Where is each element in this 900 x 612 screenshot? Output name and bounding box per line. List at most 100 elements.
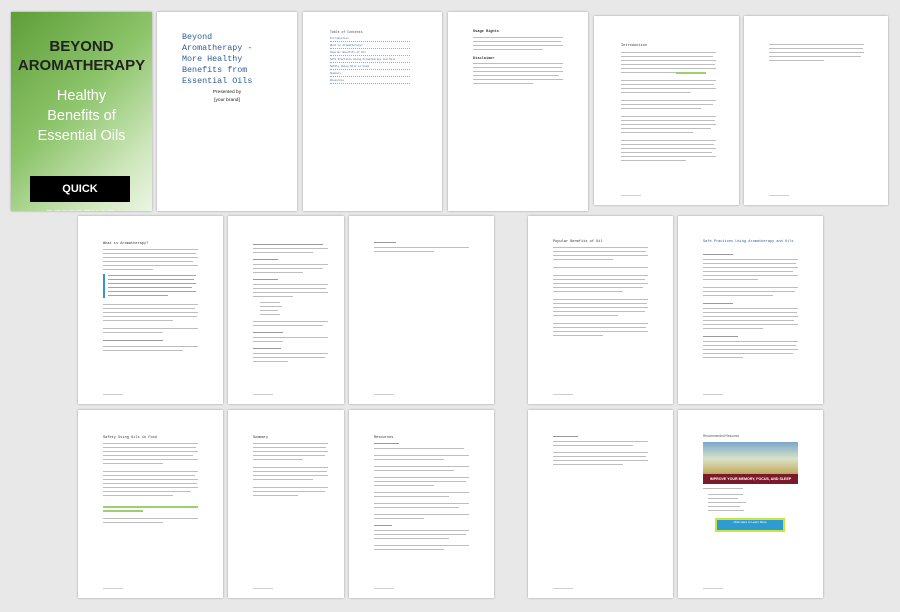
text-line [103,451,198,453]
highlighted-link[interactable] [676,72,706,74]
safety-food-heading: Safety Using Oils in Food [103,436,157,440]
toc-item[interactable]: Safe Practices Using Aromatherapy and Oi… [330,58,410,63]
quote-line [108,287,192,289]
text-line [103,487,198,489]
subheading-line [374,242,396,244]
text-line [473,37,563,39]
text-line [703,324,798,326]
text-line [703,488,743,490]
text-line [621,116,716,118]
ad-heading: Recommended Resource [703,434,740,438]
text-line [374,507,459,509]
quick-reference-badge: QUICK REFERENCE [30,176,130,211]
text-line [621,104,713,106]
text-line [553,315,618,317]
text-line [621,120,715,122]
text-line [621,88,716,90]
page-footer [253,394,273,395]
text-line [253,443,328,445]
text-line [703,345,796,347]
toc-item[interactable]: Resources [330,79,410,84]
text-line [103,350,183,352]
text-line [374,455,469,457]
text-line [553,259,613,261]
page-footer [553,394,573,395]
text-line [253,353,328,355]
text-line [253,296,293,298]
text-line [621,84,714,86]
subheading-line [703,303,733,305]
oils-list-page [228,216,344,404]
text-line [703,275,798,277]
toc-item[interactable]: Introduction [330,37,410,42]
text-line [703,271,793,273]
toc-item[interactable]: Safety Using Oils in Food [330,65,410,70]
toc-item[interactable]: What is Aromatherapy? [330,44,410,49]
text-line [621,80,716,82]
highlighted-link[interactable] [103,510,143,512]
text-line [253,288,326,290]
text-line [703,291,795,293]
usage-rights-page: Usage Rights Disclaimer [448,12,588,211]
list-item [708,502,746,504]
text-line [374,549,444,551]
text-line [253,272,303,274]
text-line [621,132,693,134]
text-line [703,308,798,310]
text-line [253,248,328,250]
text-line [473,71,563,73]
text-line [553,335,603,337]
page-footer [374,394,394,395]
text-line [253,467,328,469]
text-line [703,341,798,343]
text-line [374,545,469,547]
subheading-line [703,254,733,256]
text-line [103,249,198,251]
highlighted-link[interactable] [103,506,198,508]
toc-page: Table of Contents Introduction What is A… [303,12,442,211]
page-footer [703,394,723,395]
text-line [703,259,798,261]
summary-page: Summary [228,410,344,598]
text-line [374,503,469,505]
title-line: Benefits from [182,65,248,75]
safety-in-food-page: Safety Using Oils in Food [78,410,223,598]
text-line [374,466,469,468]
text-line [553,303,647,305]
text-line [553,291,623,293]
text-line [553,460,648,462]
title-line: More Healthy [182,54,243,64]
text-line [703,328,763,330]
ad-banner-image[interactable]: IMPROVE YOUR MEMORY, FOCUS, AND SLEEP [703,442,798,484]
text-line [374,534,466,536]
learn-more-button[interactable]: Click Here to Learn More [715,518,785,532]
text-line [253,357,325,359]
text-line [103,483,197,485]
text-line [553,267,648,269]
page-footer [769,195,789,196]
text-line [621,64,715,66]
title-line: Essential Oils [182,76,253,86]
text-line [769,60,824,62]
toc-item[interactable]: Popular Benefits of Oil [330,51,410,56]
text-line [103,308,195,310]
quote-bar [103,274,105,298]
title-page-title: Beyond Aromatherapy - More Healthy Benef… [182,32,252,87]
text-line [553,247,648,249]
subheading-line [103,340,163,342]
summary-heading: Summary [253,436,269,440]
text-line [374,518,424,520]
text-line [374,485,434,487]
text-line [703,316,798,318]
text-line [473,75,559,77]
text-line [253,455,325,457]
text-line [553,327,646,329]
toc-item[interactable]: Summary [330,72,410,77]
quote-line [108,283,196,285]
text-line [553,255,648,257]
cover-title-line2: AROMATHERAPY [17,57,146,74]
text-line [253,325,323,327]
text-line [374,514,469,516]
cover-subtitle-line3: Essential Oils [37,128,126,144]
text-line [621,56,713,58]
